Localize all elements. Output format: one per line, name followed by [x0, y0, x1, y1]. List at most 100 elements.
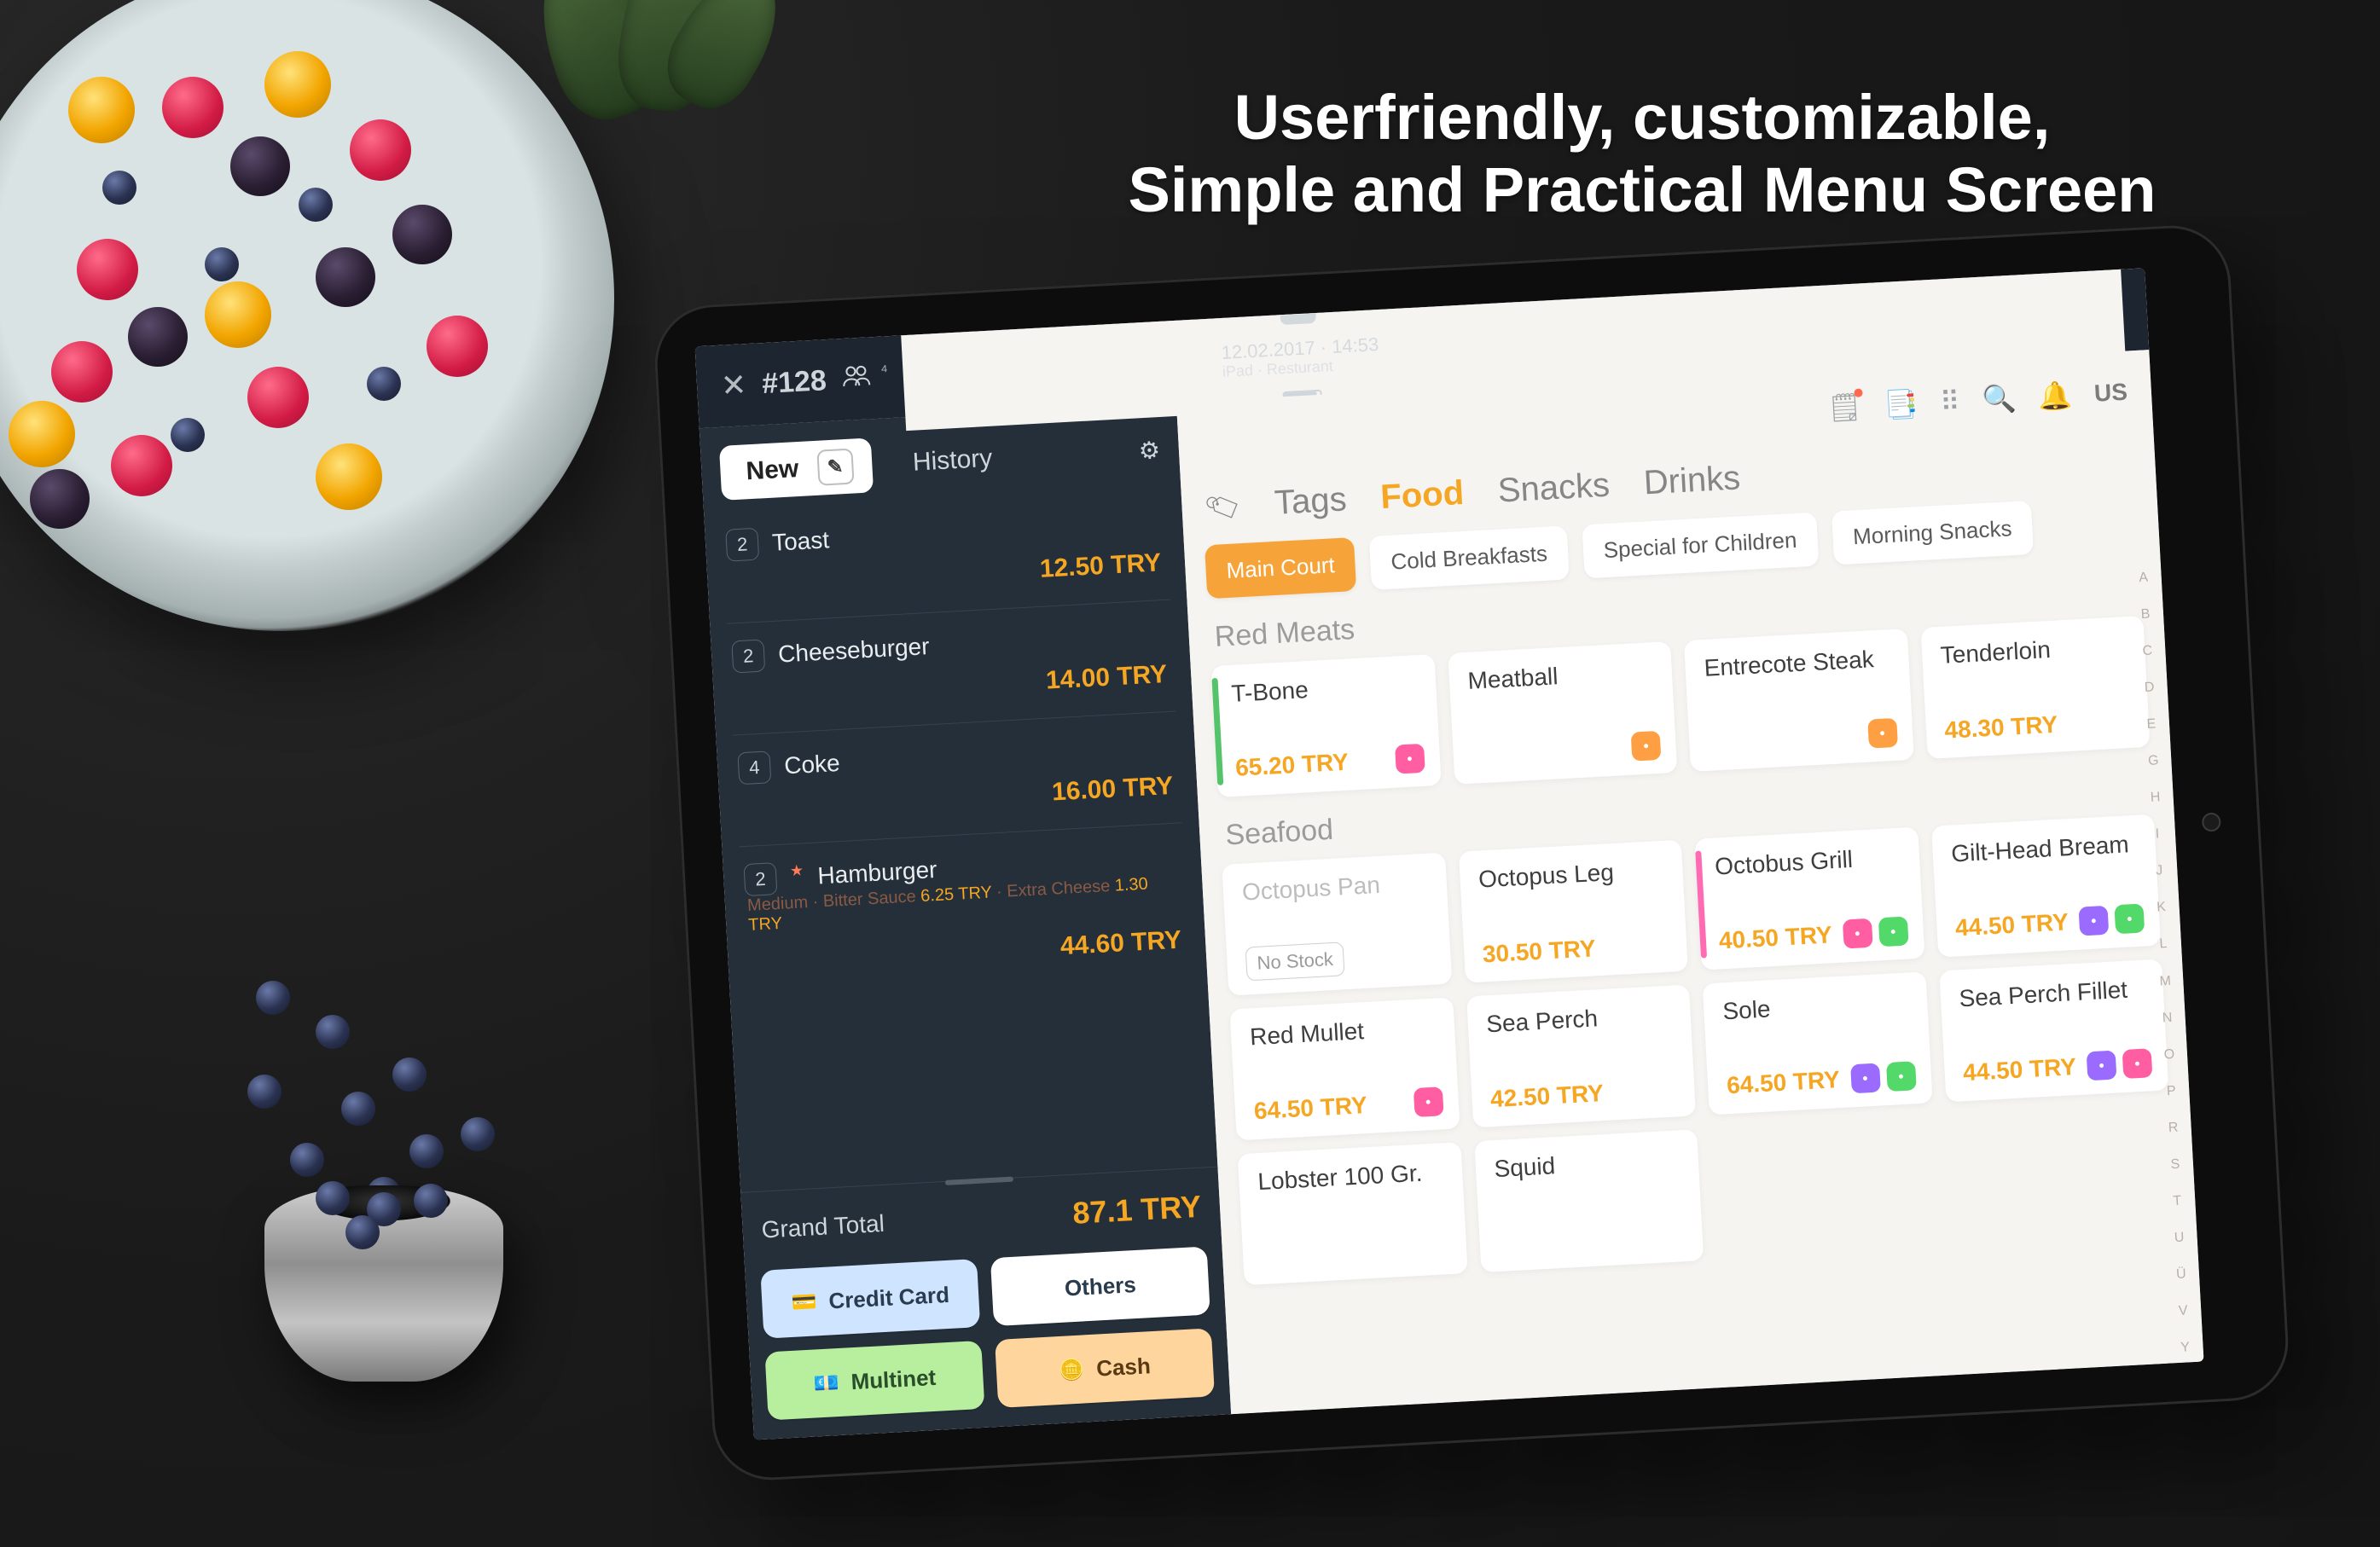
- menu-item-price: 48.30 TRY: [1944, 711, 2058, 745]
- category-drinks[interactable]: Drinks: [1643, 459, 1742, 502]
- pay-credit-card-button[interactable]: 💳 Credit Card: [760, 1259, 980, 1339]
- alpha-index-letter[interactable]: H: [2142, 790, 2168, 807]
- menu-scroll[interactable]: Red Meats T-Bone65.20 TRY•Meatball•Entre…: [1187, 563, 2203, 1414]
- marketing-headline: Userfriendly, customizable, Simple and P…: [1024, 81, 2261, 226]
- menu-item-title: T-Bone: [1231, 670, 1421, 708]
- alpha-index-letter[interactable]: L: [2151, 936, 2177, 953]
- menu-item-card[interactable]: Tenderloin48.30 TRY: [1920, 616, 2150, 759]
- menu-item-price: 44.50 TRY: [1962, 1053, 2076, 1086]
- pay-others-button[interactable]: Others: [990, 1246, 1210, 1326]
- pay-credit-card-label: Credit Card: [828, 1281, 950, 1314]
- menu-item-card[interactable]: Octopus Leg30.50 TRY: [1458, 840, 1687, 983]
- history-tab[interactable]: History: [912, 444, 993, 478]
- alpha-index-letter[interactable]: T: [2164, 1193, 2191, 1210]
- attribute-badge-icon: •: [1842, 918, 1872, 949]
- alpha-index-letter[interactable]: E: [2139, 716, 2165, 733]
- card-color-stripe: [1211, 678, 1223, 785]
- alpha-index-letter[interactable]: M: [2152, 973, 2179, 990]
- alpha-index-letter[interactable]: A: [2130, 570, 2157, 587]
- alpha-index-letter[interactable]: Y: [2172, 1340, 2198, 1357]
- menu-item-title: Sole: [1722, 988, 1913, 1025]
- bell-icon[interactable]: 🔔: [2037, 379, 2073, 413]
- subcategory-chip[interactable]: Morning Snacks: [1831, 501, 2034, 565]
- alpha-index-letter[interactable]: Ü: [2168, 1266, 2195, 1283]
- alpha-index-letter[interactable]: U: [2166, 1230, 2192, 1247]
- attribute-badge-icon: •: [1886, 1061, 1917, 1092]
- alpha-index-letter[interactable]: P: [2158, 1083, 2185, 1100]
- category-tags[interactable]: Tags: [1274, 480, 1348, 523]
- order-line[interactable]: 2★HamburgerMedium · Bitter Sauce 6.25 TR…: [739, 823, 1190, 1000]
- attribute-badge-icon: •: [2122, 1048, 2153, 1079]
- menu-item-card[interactable]: Sea Perch Fillet 44.50 TRY ••: [1939, 959, 2168, 1102]
- alpha-index-letter[interactable]: D: [2136, 680, 2162, 697]
- alpha-index-letter[interactable]: J: [2146, 863, 2173, 880]
- alpha-index-letter[interactable]: N: [2154, 1010, 2180, 1027]
- alpha-index-letter[interactable]: V: [2170, 1303, 2197, 1320]
- guest-count: ⁴: [880, 362, 889, 381]
- category-food[interactable]: Food: [1379, 474, 1465, 517]
- menu-item-badges: ••: [1850, 1061, 1917, 1093]
- alpha-index-letter[interactable]: G: [2140, 753, 2167, 770]
- new-order-button[interactable]: New ✎: [719, 437, 874, 501]
- order-line-qty: 2: [743, 862, 777, 896]
- category-snacks[interactable]: Snacks: [1497, 466, 1611, 511]
- menu-item-card[interactable]: Octobus Grill40.50 TRY••: [1695, 827, 1924, 970]
- subcategory-chip[interactable]: Special for Children: [1582, 513, 1819, 579]
- alpha-index-letter[interactable]: C: [2134, 643, 2161, 660]
- apps-icon[interactable]: ⠿: [1939, 385, 1960, 418]
- menu-item-badges: •: [1395, 744, 1425, 774]
- menu-item-card[interactable]: Red Mullet64.50 TRY•: [1230, 997, 1460, 1140]
- subcategory-chip[interactable]: Cold Breakfasts: [1369, 525, 1570, 589]
- alpha-index-letter[interactable]: S: [2162, 1156, 2189, 1173]
- pay-others-label: Others: [1064, 1272, 1136, 1301]
- order-panel: New ✎ History ⚙ 2Toast12.50 TRY2Cheesebu…: [699, 403, 1231, 1440]
- menu-item-card[interactable]: Sea Perch 42.50 TRY: [1466, 984, 1696, 1127]
- menu-item-card[interactable]: Meatball•: [1448, 641, 1677, 785]
- alpha-index-letter[interactable]: I: [2145, 826, 2171, 843]
- menu-item-price: 42.50 TRY: [1489, 1080, 1604, 1113]
- attribute-badge-icon: •: [1413, 1086, 1443, 1117]
- grand-total-value: 87.1 TRY: [1071, 1189, 1202, 1231]
- guests-icon[interactable]: [841, 362, 872, 395]
- alpha-index-letter[interactable]: R: [2160, 1120, 2186, 1137]
- search-icon[interactable]: 🔍: [1982, 382, 2017, 416]
- menu-item-price: 64.50 TRY: [1726, 1066, 1840, 1099]
- menu-item-title: Squid: [1494, 1145, 1684, 1183]
- menu-item-card[interactable]: Lobster 100 Gr.: [1238, 1142, 1467, 1285]
- alpha-index-letter[interactable]: O: [2157, 1046, 2183, 1063]
- subcategory-chip[interactable]: Main Court: [1205, 537, 1356, 599]
- pencil-icon[interactable]: ✎: [816, 449, 854, 486]
- note-icon[interactable]: 🗒: [1826, 391, 1863, 425]
- attribute-badge-icon: •: [2078, 906, 2109, 936]
- alpha-index-letter[interactable]: K: [2148, 900, 2174, 917]
- add-note-icon[interactable]: 📑: [1883, 387, 1919, 421]
- grand-total-label: Grand Total: [761, 1210, 885, 1244]
- menu-item-card[interactable]: Squid: [1474, 1129, 1704, 1272]
- attribute-badge-icon: •: [1395, 744, 1425, 774]
- menu-item-card[interactable]: T-Bone65.20 TRY•: [1211, 654, 1441, 797]
- menu-item-badges: ••: [2078, 904, 2145, 936]
- multinet-icon: 💶: [813, 1370, 839, 1397]
- pay-cash-button[interactable]: 🪙 Cash: [995, 1328, 1215, 1408]
- attribute-badge-icon: •: [1850, 1063, 1881, 1094]
- order-line-qty: 2: [731, 640, 765, 674]
- menu-item-title: Red Mullet: [1249, 1013, 1439, 1051]
- menu-item-title: Sea Perch Fillet: [1959, 975, 2149, 1012]
- menu-item-title: Octopus Leg: [1477, 856, 1668, 894]
- check-id-label: #128: [761, 364, 827, 401]
- menu-panel: 🗒 📑 ⠿ 🔍 🔔 US 🏷 Tags Food Snacks Drinks M…: [1176, 350, 2204, 1414]
- menu-item-badges: ••: [2087, 1048, 2153, 1081]
- menu-item-card[interactable]: Gilt-Head Bream44.50 TRY••: [1931, 814, 2161, 958]
- decorative-leaves: [529, 0, 768, 128]
- pay-multinet-button[interactable]: 💶 Multinet: [764, 1341, 984, 1421]
- menu-item-card[interactable]: Entrecote Steak•: [1684, 629, 1913, 772]
- attribute-badge-icon: •: [2114, 904, 2145, 935]
- close-icon[interactable]: ✕: [720, 367, 747, 404]
- menu-item-title: Sea Perch: [1486, 1000, 1676, 1038]
- headline-line-1: Userfriendly, customizable,: [1024, 81, 2261, 154]
- locale-label[interactable]: US: [2093, 379, 2128, 408]
- alpha-index-letter[interactable]: B: [2133, 606, 2159, 623]
- pay-multinet-label: Multinet: [850, 1364, 937, 1394]
- gear-icon[interactable]: ⚙: [1138, 436, 1161, 465]
- menu-item-card[interactable]: Sole 64.50 TRY ••: [1703, 971, 1932, 1115]
